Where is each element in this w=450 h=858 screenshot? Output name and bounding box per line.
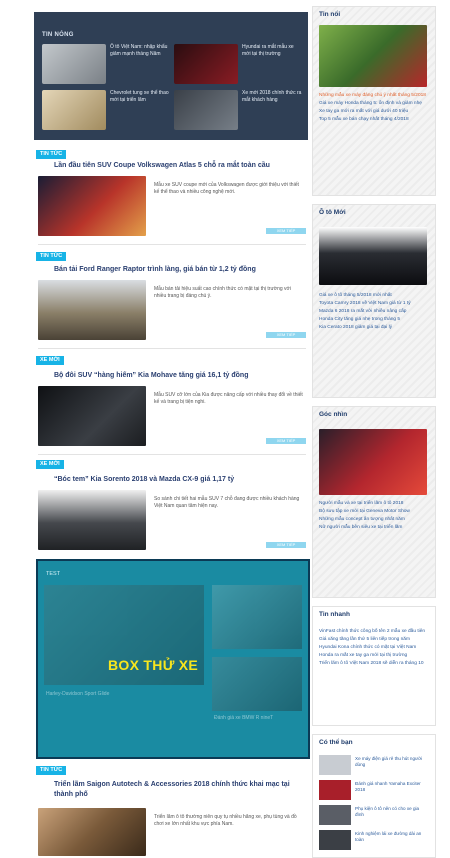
article-summary: Mẫu bán tải hiệu suất cao chính thức có … <box>154 286 291 299</box>
test-box-media[interactable]: Harley-Davidson Sport Glide Đánh giá xe … <box>44 585 302 725</box>
article-image[interactable] <box>38 808 146 856</box>
article-image[interactable] <box>38 490 146 550</box>
featured-thumb[interactable] <box>174 44 238 84</box>
widget-link[interactable]: Honda ra mắt xe tay ga mới tại thị trườn… <box>319 653 429 659</box>
test-drive-caption[interactable]: Harley-Davidson Sport Glide <box>46 691 196 697</box>
sidebar-widget: Ô tô Mới Giá xe ô tô tháng 5/2018 mới nh… <box>312 204 436 398</box>
widget-list: Những mẫu xe máy đáng chú ý nhất tháng 5… <box>319 93 429 125</box>
article-summary: Triển lãm ô tô thường niên quy tụ nhiều … <box>154 814 297 827</box>
thumb-list-item[interactable]: Đánh giá nhanh Yamaha Exciter 2018 <box>319 780 429 802</box>
article-image[interactable] <box>38 386 146 446</box>
widget-link[interactable]: Mazda 6 2018 ra mắt với nhiều nâng cấp <box>319 309 429 315</box>
news-list-widget: Tin nhanh VinFast chính thức công bố tên… <box>312 606 436 726</box>
article-tag[interactable]: XE MỚI <box>36 460 64 469</box>
thumb-list-image[interactable] <box>319 805 351 825</box>
article-summary: Mẫu SUV cỡ lớn của Kia được nâng cấp với… <box>154 392 303 405</box>
widget-link[interactable]: Giá xe ô tô tháng 5/2018 mới nhất <box>319 293 429 299</box>
featured-item[interactable]: Chevrolet tung xe thể thao mới tại triển… <box>42 90 170 130</box>
article-image[interactable] <box>38 176 146 236</box>
sidebar-widget: Tin nổi Những mẫu xe máy đáng chú ý nhất… <box>312 6 436 196</box>
thumb-list-caption[interactable]: Đánh giá nhanh Yamaha Exciter 2018 <box>355 781 429 793</box>
widget-link[interactable]: Hyundai Kona chính thức có mặt tại Việt … <box>319 645 429 651</box>
thumb-list-caption[interactable]: Xe máy điện giá rẻ thu hút người dùng <box>355 756 429 768</box>
thumb-list-image[interactable] <box>319 755 351 775</box>
widget-link[interactable]: Honda City tăng giá nhẹ trong tháng 5 <box>319 317 429 323</box>
widget-image[interactable] <box>319 25 427 87</box>
widget-title: Tin nổi <box>319 11 341 18</box>
featured-header: TIN NÓNG <box>42 32 74 38</box>
thumb-list-image[interactable] <box>319 830 351 850</box>
widget-title: Có thể bạn <box>319 739 353 746</box>
widget-link[interactable]: Xe tay ga mới ra mắt với giá dưới 40 tri… <box>319 109 429 115</box>
widget-list: Người mẫu và xe tại triển lãm ô tô 2018 … <box>319 501 429 533</box>
thumb-list-caption[interactable]: Kinh nghiệm lái xe đường dài an toàn <box>355 831 429 843</box>
widget-list: Giá xe ô tô tháng 5/2018 mới nhất Toyota… <box>319 293 429 333</box>
read-more-button[interactable]: XEM TIẾP <box>266 228 306 234</box>
widget-link[interactable]: VinFast chính thức công bố tên 2 mẫu xe … <box>319 629 429 635</box>
article-title[interactable]: “Bóc tem” Kia Sorento 2018 và Mazda CX-9… <box>54 476 234 483</box>
read-more-button[interactable]: XEM TIẾP <box>266 438 306 444</box>
article-title[interactable]: Bộ đôi SUV “hàng hiếm” Kia Mohave tăng g… <box>54 372 248 379</box>
featured-box: TIN NÓNG Ô tô Việt Nam: nhập khẩu giảm m… <box>34 12 308 140</box>
test-drive-thumb[interactable] <box>212 657 302 711</box>
read-more-button[interactable]: XEM TIẾP <box>266 542 306 548</box>
thumb-list-image[interactable] <box>319 780 351 800</box>
widget-link-text[interactable]: Những mẫu xe máy đáng chú ý nhất tháng 5… <box>319 93 426 98</box>
widget-link[interactable]: Top 5 mẫu xe bán chạy nhất tháng 4/2018 <box>319 117 429 123</box>
article-title[interactable]: Triển lãm Saigon Autotech & Accessories … <box>54 780 306 800</box>
test-drive-box[interactable]: TEST Harley-Davidson Sport Glide Đánh gi… <box>36 559 310 759</box>
widget-title: Góc nhìn <box>319 411 348 418</box>
test-drive-thumb[interactable] <box>212 585 302 649</box>
article-tag[interactable]: TIN TỨC <box>36 252 67 261</box>
featured-item[interactable]: Hyundai ra mắt mẫu xe mới tại thị trường <box>174 44 299 84</box>
featured-thumb[interactable] <box>174 90 238 130</box>
sidebar-widget: Góc nhìn Người mẫu và xe tại triển lãm ô… <box>312 406 436 598</box>
divider <box>38 454 306 455</box>
page: TIN NÓNG Ô tô Việt Nam: nhập khẩu giảm m… <box>0 0 450 858</box>
article-title[interactable]: Lần đầu tiên SUV Coupe Volkswagen Atlas … <box>54 162 270 169</box>
article-title[interactable]: Bán tải Ford Ranger Raptor trình làng, g… <box>54 266 256 273</box>
widget-title: Tin nhanh <box>319 611 350 618</box>
thumb-list-caption[interactable]: Phụ kiện ô tô nên có cho xe gia đình <box>355 806 429 818</box>
article-image[interactable] <box>38 280 146 340</box>
article-title-line[interactable]: Triển lãm Saigon Autotech & Accessories … <box>54 781 280 788</box>
thumb-list-item[interactable]: Phụ kiện ô tô nên có cho xe gia đình <box>319 805 429 827</box>
featured-caption[interactable]: Ô tô Việt Nam: nhập khẩu giảm mạnh tháng… <box>110 44 170 58</box>
widget-link[interactable]: Nữ người mẫu bên siêu xe tại triển lãm <box>319 525 429 531</box>
widget-list: VinFast chính thức công bố tên 2 mẫu xe … <box>319 629 429 669</box>
test-box-title: BOX THỬ XE <box>108 657 199 673</box>
featured-caption[interactable]: Chevrolet tung xe thể thao mới tại triển… <box>110 90 170 104</box>
widget-link[interactable]: Những mẫu xe máy đáng chú ý nhất tháng 5… <box>319 93 429 99</box>
widget-link[interactable]: Người mẫu và xe tại triển lãm ô tô 2018 <box>319 501 429 507</box>
thumb-list-item[interactable]: Xe máy điện giá rẻ thu hút người dùng <box>319 755 429 777</box>
read-more-button[interactable]: XEM TIẾP <box>266 332 306 338</box>
widget-title: Ô tô Mới <box>319 209 346 216</box>
article-summary: Mẫu xe SUV coupe mới của Volkswagen được… <box>154 182 299 195</box>
thumb-list-widget: Có thể bạn Xe máy điện giá rẻ thu hút ng… <box>312 734 436 858</box>
divider <box>38 348 306 349</box>
article-tag[interactable]: TIN TỨC <box>36 766 67 775</box>
thumb-list-item[interactable]: Kinh nghiệm lái xe đường dài an toàn <box>319 830 429 852</box>
featured-thumb[interactable] <box>42 44 106 84</box>
widget-image[interactable] <box>319 429 427 495</box>
widget-link[interactable]: Những mẫu concept ấn tượng nhất năm <box>319 517 429 523</box>
widget-link[interactable]: Giá xăng tăng lần thứ 5 liên tiếp trong … <box>319 637 429 643</box>
article-tag[interactable]: TIN TỨC <box>36 150 67 159</box>
widget-link[interactable]: Toyota Camry 2018 về Việt Nam giá từ 1 t… <box>319 301 429 307</box>
test-box-label: TEST <box>46 571 61 577</box>
widget-link[interactable]: Triển lãm ô tô Việt Nam 2018 sẽ diễn ra … <box>319 661 429 667</box>
divider <box>38 244 306 245</box>
test-drive-caption[interactable]: Đánh giá xe BMW R nineT <box>214 715 304 721</box>
featured-caption[interactable]: Xe mới 2018 chính thức ra mắt khách hàng <box>242 90 302 104</box>
article-tag[interactable]: XE MỚI <box>36 356 64 365</box>
featured-item[interactable]: Xe mới 2018 chính thức ra mắt khách hàng <box>174 90 302 130</box>
featured-item[interactable]: Ô tô Việt Nam: nhập khẩu giảm mạnh tháng… <box>42 44 167 84</box>
widget-link[interactable]: Bộ sưu tập xe mới tại Geneva Motor Show <box>319 509 429 515</box>
widget-image[interactable] <box>319 227 427 285</box>
widget-link[interactable]: Kia Cerato 2018 giảm giá tại đại lý <box>319 325 429 331</box>
widget-link[interactable]: Giá xe máy Honda tháng 5: ổn định và giả… <box>319 101 429 107</box>
article-summary: So sánh chi tiết hai mẫu SUV 7 chỗ đang … <box>154 496 300 509</box>
featured-caption[interactable]: Hyundai ra mắt mẫu xe mới tại thị trường <box>242 44 302 58</box>
featured-thumb[interactable] <box>42 90 106 130</box>
